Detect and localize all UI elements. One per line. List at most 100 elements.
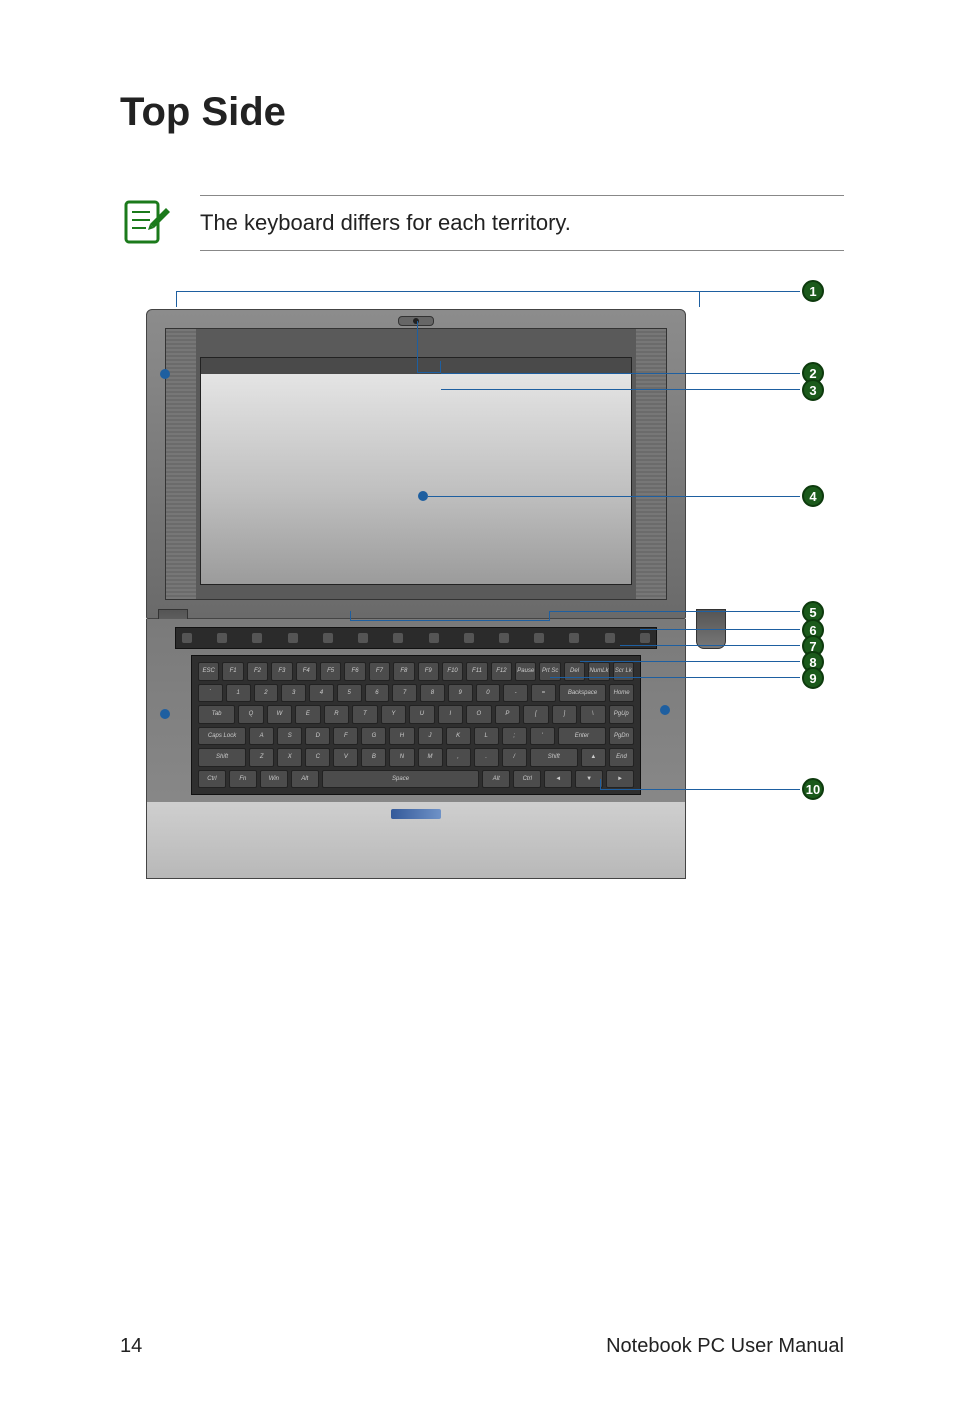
key: 9 — [448, 684, 473, 703]
key: Fn — [229, 770, 257, 789]
key: = — [531, 684, 556, 703]
key: I — [438, 705, 463, 724]
key: Ctrl — [198, 770, 226, 789]
key: / — [502, 748, 527, 767]
dot-left-lower — [160, 709, 170, 719]
diagram: 1 ESCF1F2F3F4F5F6F7F8F — [120, 291, 840, 911]
key: F1 — [222, 662, 243, 681]
key: 2 — [254, 684, 279, 703]
key: PgUp — [609, 705, 634, 724]
camera-icon — [398, 316, 434, 326]
key: Enter — [558, 727, 606, 746]
kb-row-3: TabQWERTYUIOP[]\PgUp — [198, 705, 634, 724]
key: ` — [198, 684, 223, 703]
kb-row-5: ShiftZXCVBNM,./Shift▲End — [198, 748, 634, 767]
key: - — [503, 684, 528, 703]
key: B — [361, 748, 386, 767]
key: F8 — [393, 662, 414, 681]
dot-left-upper — [160, 369, 170, 379]
key: ' — [530, 727, 555, 746]
key: \ — [580, 705, 605, 724]
key: T — [352, 705, 377, 724]
brand-logo — [391, 809, 441, 819]
callout-bracket-23 — [417, 361, 441, 373]
key: F — [333, 727, 358, 746]
callout-num-10: 10 — [802, 778, 824, 800]
laptop-lid — [146, 309, 686, 619]
callout-num-3: 3 — [802, 379, 824, 401]
callout-bracket-5 — [350, 611, 550, 621]
callout-line-1 — [700, 291, 800, 292]
key: D — [305, 727, 330, 746]
callout-line-2 — [441, 373, 800, 374]
callout-line-5 — [550, 611, 800, 612]
browser-bar — [201, 358, 631, 374]
key: ; — [502, 727, 527, 746]
lid-inner — [165, 328, 667, 600]
key: Tab — [198, 705, 235, 724]
key: Alt — [482, 770, 510, 789]
laptop-base: ESCF1F2F3F4F5F6F7F8F9F10F11F12PausePrt S… — [146, 619, 686, 879]
key: Q — [238, 705, 263, 724]
key: M — [418, 748, 443, 767]
kb-row-2: `1234567890-=BackspaceHome — [198, 684, 634, 703]
key: ESC — [198, 662, 219, 681]
callout-num-9: 9 — [802, 667, 824, 689]
note-row: The keyboard differs for each territory. — [120, 195, 844, 251]
key: G — [361, 727, 386, 746]
bezel-right — [636, 329, 666, 599]
key: F12 — [491, 662, 512, 681]
key: F4 — [296, 662, 317, 681]
key: V — [333, 748, 358, 767]
key: Shift — [198, 748, 246, 767]
key: Backspace — [559, 684, 607, 703]
note-icon — [120, 198, 170, 248]
page: Top Side The keyboard differs for each t… — [0, 0, 954, 1418]
dot-display — [418, 491, 428, 501]
key: ] — [552, 705, 577, 724]
laptop-illustration: ESCF1F2F3F4F5F6F7F8F9F10F11F12PausePrt S… — [146, 309, 686, 879]
screen — [200, 357, 632, 585]
key: Space — [322, 770, 480, 789]
key: H — [389, 727, 414, 746]
footer-text: Notebook PC User Manual — [606, 1335, 844, 1358]
key: U — [409, 705, 434, 724]
note-text: The keyboard differs for each territory. — [200, 195, 844, 251]
key: End — [609, 748, 634, 767]
callout-vline-2 — [417, 321, 418, 361]
key: 6 — [365, 684, 390, 703]
key: Shift — [530, 748, 578, 767]
callout-line-4 — [428, 496, 800, 497]
key: F9 — [418, 662, 439, 681]
key: . — [474, 748, 499, 767]
key: Pause — [515, 662, 536, 681]
key: F3 — [271, 662, 292, 681]
callout-num-4: 4 — [802, 485, 824, 507]
key: ◄ — [544, 770, 572, 789]
callout-bracket-1 — [176, 291, 700, 307]
key: 4 — [309, 684, 334, 703]
dot-right-speaker — [660, 705, 670, 715]
keyboard: ESCF1F2F3F4F5F6F7F8F9F10F11F12PausePrt S… — [191, 655, 641, 795]
key: ► — [606, 770, 634, 789]
key: F7 — [369, 662, 390, 681]
key: 8 — [420, 684, 445, 703]
key: 1 — [226, 684, 251, 703]
key: Y — [381, 705, 406, 724]
callout-line-10 — [600, 789, 800, 790]
key: J — [418, 727, 443, 746]
key: W — [267, 705, 292, 724]
key: Ctrl — [513, 770, 541, 789]
key: N — [389, 748, 414, 767]
key: F5 — [320, 662, 341, 681]
key: C — [305, 748, 330, 767]
key: , — [446, 748, 471, 767]
key: 3 — [281, 684, 306, 703]
key: K — [446, 727, 471, 746]
key: ▲ — [581, 748, 606, 767]
bezel-left — [166, 329, 196, 599]
key: F6 — [344, 662, 365, 681]
footer: 14 Notebook PC User Manual — [120, 1335, 844, 1358]
key: P — [495, 705, 520, 724]
callout-line-8 — [580, 661, 800, 662]
